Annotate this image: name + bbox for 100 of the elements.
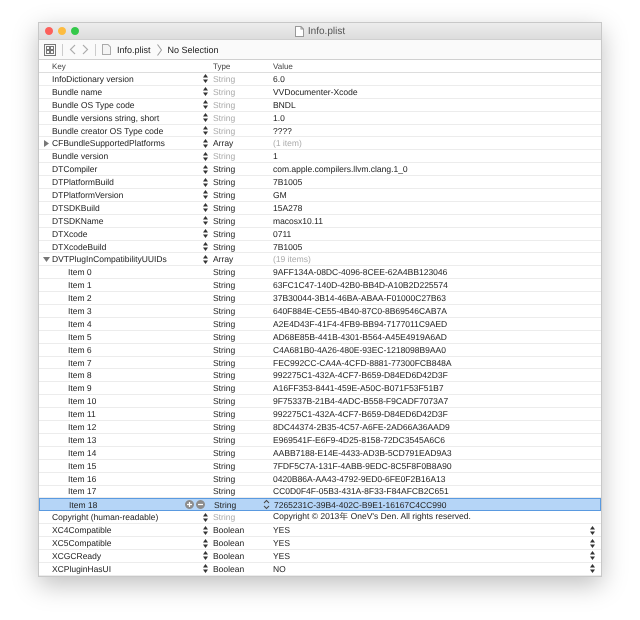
table-row[interactable]: XCGCReady Boolean YES <box>39 550 601 563</box>
stepper-icon[interactable] <box>203 138 208 148</box>
key-cell-text: Item 6 <box>68 344 93 355</box>
type-cell: String <box>213 306 236 316</box>
table-row[interactable]: Bundle name String VVDocumenter-Xcode <box>39 86 601 99</box>
type-cell: String <box>213 358 236 368</box>
remove-icon[interactable] <box>196 500 205 510</box>
table-row[interactable]: DTSDKBuild String 15A278 <box>39 202 601 215</box>
value-cell: YES <box>273 550 290 561</box>
key-cell-text: Item 3 <box>68 306 93 316</box>
type-cell: String <box>213 228 236 239</box>
table-row[interactable]: Copyright (human-readable) String Copyright © 2013年 OneV's Den. All rights reserved. <box>39 511 601 524</box>
type-cell: String <box>213 293 236 304</box>
key-cell-text: DVTPlugInCompatibilityUUIDs <box>52 254 168 264</box>
stepper-icon[interactable] <box>203 126 208 135</box>
collapsed-triangle-icon[interactable] <box>43 140 50 147</box>
table-row[interactable]: Bundle versions string, short String 1.0 <box>39 112 601 125</box>
stepper-icon[interactable] <box>203 512 208 522</box>
value-cell: Copyright © 2013年 OneV's Den. All rights reserved. <box>273 511 471 524</box>
value-cell: NO <box>273 564 286 574</box>
table-row[interactable]: XC4Compatible Boolean YES <box>39 524 601 538</box>
value-cell: 0711 <box>273 228 292 239</box>
stepper-icon[interactable] <box>203 216 208 226</box>
stepper-icon[interactable] <box>590 538 595 548</box>
table-row[interactable]: Bundle creator OS Type code String ???? <box>39 124 601 138</box>
stepper-icon[interactable] <box>263 499 270 510</box>
table-row[interactable]: DVTPlugInCompatibilityUUIDs Array (19 items) <box>39 253 601 266</box>
key-cell-text: Item 1 <box>68 280 93 290</box>
expanded-triangle-icon[interactable] <box>43 256 50 263</box>
type-cell: String <box>213 112 236 123</box>
table-row[interactable]: DTSDKName String macosx10.11 <box>39 214 601 228</box>
stepper-icon[interactable] <box>590 526 595 535</box>
stepper-icon[interactable] <box>203 564 208 574</box>
type-cell: String <box>213 202 236 213</box>
value-cell: 15A278 <box>273 202 302 213</box>
stepper-icon[interactable] <box>203 526 208 535</box>
breadcrumb-item[interactable]: Info.plist <box>117 44 151 54</box>
table-row[interactable]: XC5Compatible Boolean YES <box>39 537 601 550</box>
key-cell-text: Item 14 <box>68 448 98 458</box>
table-row[interactable]: Item 10 String 9F75337B-21B4-4ADC-B558-F9CADF7073A7 <box>39 395 601 408</box>
table-row[interactable]: Bundle version String 1 <box>39 150 601 164</box>
table-row[interactable]: DTXcode String 0711 <box>39 228 601 241</box>
table-row[interactable]: CFBundleSupportedPlatforms Array (1 item) <box>39 137 601 150</box>
table-row[interactable]: Item 12 String 8DC44374-2B35-4C57-A6FE-2AD66A36AAD9 <box>39 421 601 434</box>
stepper-icon[interactable] <box>203 87 208 96</box>
stepper-icon[interactable] <box>203 164 208 174</box>
type-cell: Boolean <box>213 550 244 561</box>
table-row[interactable]: Item 1 String 63FC1C47-140D-42B0-BB4D-A10B2D225574 <box>39 279 601 292</box>
value-cell: A16FF353-8441-459E-A50C-B071F53F51B7 <box>273 383 444 394</box>
grid-icon[interactable] <box>44 44 56 56</box>
stepper-icon[interactable] <box>203 100 208 110</box>
stepper-icon[interactable] <box>203 242 208 252</box>
stepper-icon[interactable] <box>203 551 208 560</box>
table-row[interactable]: Item 8 String 992275C1-432A-4CF7-B659-D84ED6D42D3F <box>39 369 601 382</box>
stepper-icon[interactable] <box>203 152 208 161</box>
table-row[interactable]: Item 4 String A2E4D43F-41F4-4FB9-BB94-7177011C9AED <box>39 318 601 331</box>
stepper-icon[interactable] <box>590 564 595 574</box>
table-row[interactable]: Item 9 String A16FF353-8441-459E-A50C-B071F53F51B7 <box>39 382 601 396</box>
key-cell-text: DTPlatformBuild <box>52 177 115 188</box>
stepper-icon[interactable] <box>203 74 208 84</box>
key-cell-text: Bundle OS Type code <box>52 100 136 110</box>
column-header[interactable]: Value <box>273 62 293 70</box>
stepper-icon[interactable] <box>203 229 208 238</box>
table-row[interactable]: Bundle OS Type code String BNDL <box>39 98 601 112</box>
type-cell: Array <box>213 254 234 264</box>
stepper-icon[interactable] <box>203 190 208 200</box>
type-cell: String <box>213 332 236 342</box>
table-row[interactable]: Item 7 String FEC992CC-CA4A-4CFD-8881-77300FCB848A <box>39 356 601 370</box>
key-cell-text: DTXcode <box>52 228 88 239</box>
table-row[interactable]: DTCompiler String com.apple.compilers.llvm.clang.1_0 <box>39 163 601 176</box>
add-icon[interactable] <box>185 500 194 510</box>
table-row[interactable]: Item 2 String 37B30044-3B14-46BA-ABAA-F01000C27B63 <box>39 292 601 306</box>
table-row[interactable]: Item 3 String 640F884E-CE55-4B40-87C0-8B69546CAB7A <box>39 305 601 318</box>
table-row[interactable]: DTPlatformVersion String GM <box>39 189 601 202</box>
stepper-icon[interactable] <box>203 113 208 122</box>
table-row[interactable]: Item 14 String AABB7188-E14E-4433-AD3B-5CD791EAD9A3 <box>39 446 601 460</box>
stepper-icon[interactable] <box>203 538 208 548</box>
stepper-icon[interactable] <box>203 203 208 212</box>
type-cell: String <box>213 164 236 174</box>
table-row[interactable]: Item 0 String 9AFF134A-08DC-4096-8CEE-62A4BB123046 <box>39 266 601 280</box>
column-header[interactable]: Key <box>39 62 213 70</box>
breadcrumb-item[interactable]: No Selection <box>168 44 219 54</box>
key-cell-text: XCGCReady <box>52 550 102 561</box>
table-row[interactable]: Item 13 String E969541F-E6F9-4D25-8158-72DC3545A6C6 <box>39 434 601 447</box>
key-cell-text: Item 8 <box>68 370 93 380</box>
stepper-icon[interactable] <box>203 254 208 264</box>
table-row[interactable]: Item 11 String 992275C1-432A-4CF7-B659-D84ED6D42D3F <box>39 408 601 422</box>
stepper-icon[interactable] <box>590 551 595 560</box>
table-row[interactable]: Item 15 String 7FDF5C7A-131F-4ABB-9EDC-8C5F8F0B8A90 <box>39 460 601 473</box>
selected-row[interactable]: Item 18 String 7265231C-39B4-402C-B9E1-16167C4CC990 <box>39 498 601 512</box>
table-row[interactable]: XCPluginHasUI Boolean NO <box>39 562 601 576</box>
table-row[interactable]: DTXcodeBuild String 7B1005 <box>39 240 601 254</box>
table-row[interactable]: InfoDictionary version String 6.0 <box>39 73 601 86</box>
table-row[interactable]: Item 5 String AD68E85B-441B-4301-B564-A45E4919A6AD <box>39 330 601 344</box>
column-header[interactable]: Type <box>213 62 273 70</box>
table-row[interactable]: DTPlatformBuild String 7B1005 <box>39 176 601 190</box>
table-row[interactable]: Item 16 String 0420B86A-AA43-4792-9ED0-6FE0F2B16A13 <box>39 472 601 486</box>
table-row[interactable]: Item 6 String C4A681B0-4A26-480E-93EC-1218098B9AA0 <box>39 344 601 357</box>
value-cell: A2E4D43F-41F4-4FB9-BB94-7177011C9AED <box>273 318 448 329</box>
stepper-icon[interactable] <box>203 178 208 187</box>
